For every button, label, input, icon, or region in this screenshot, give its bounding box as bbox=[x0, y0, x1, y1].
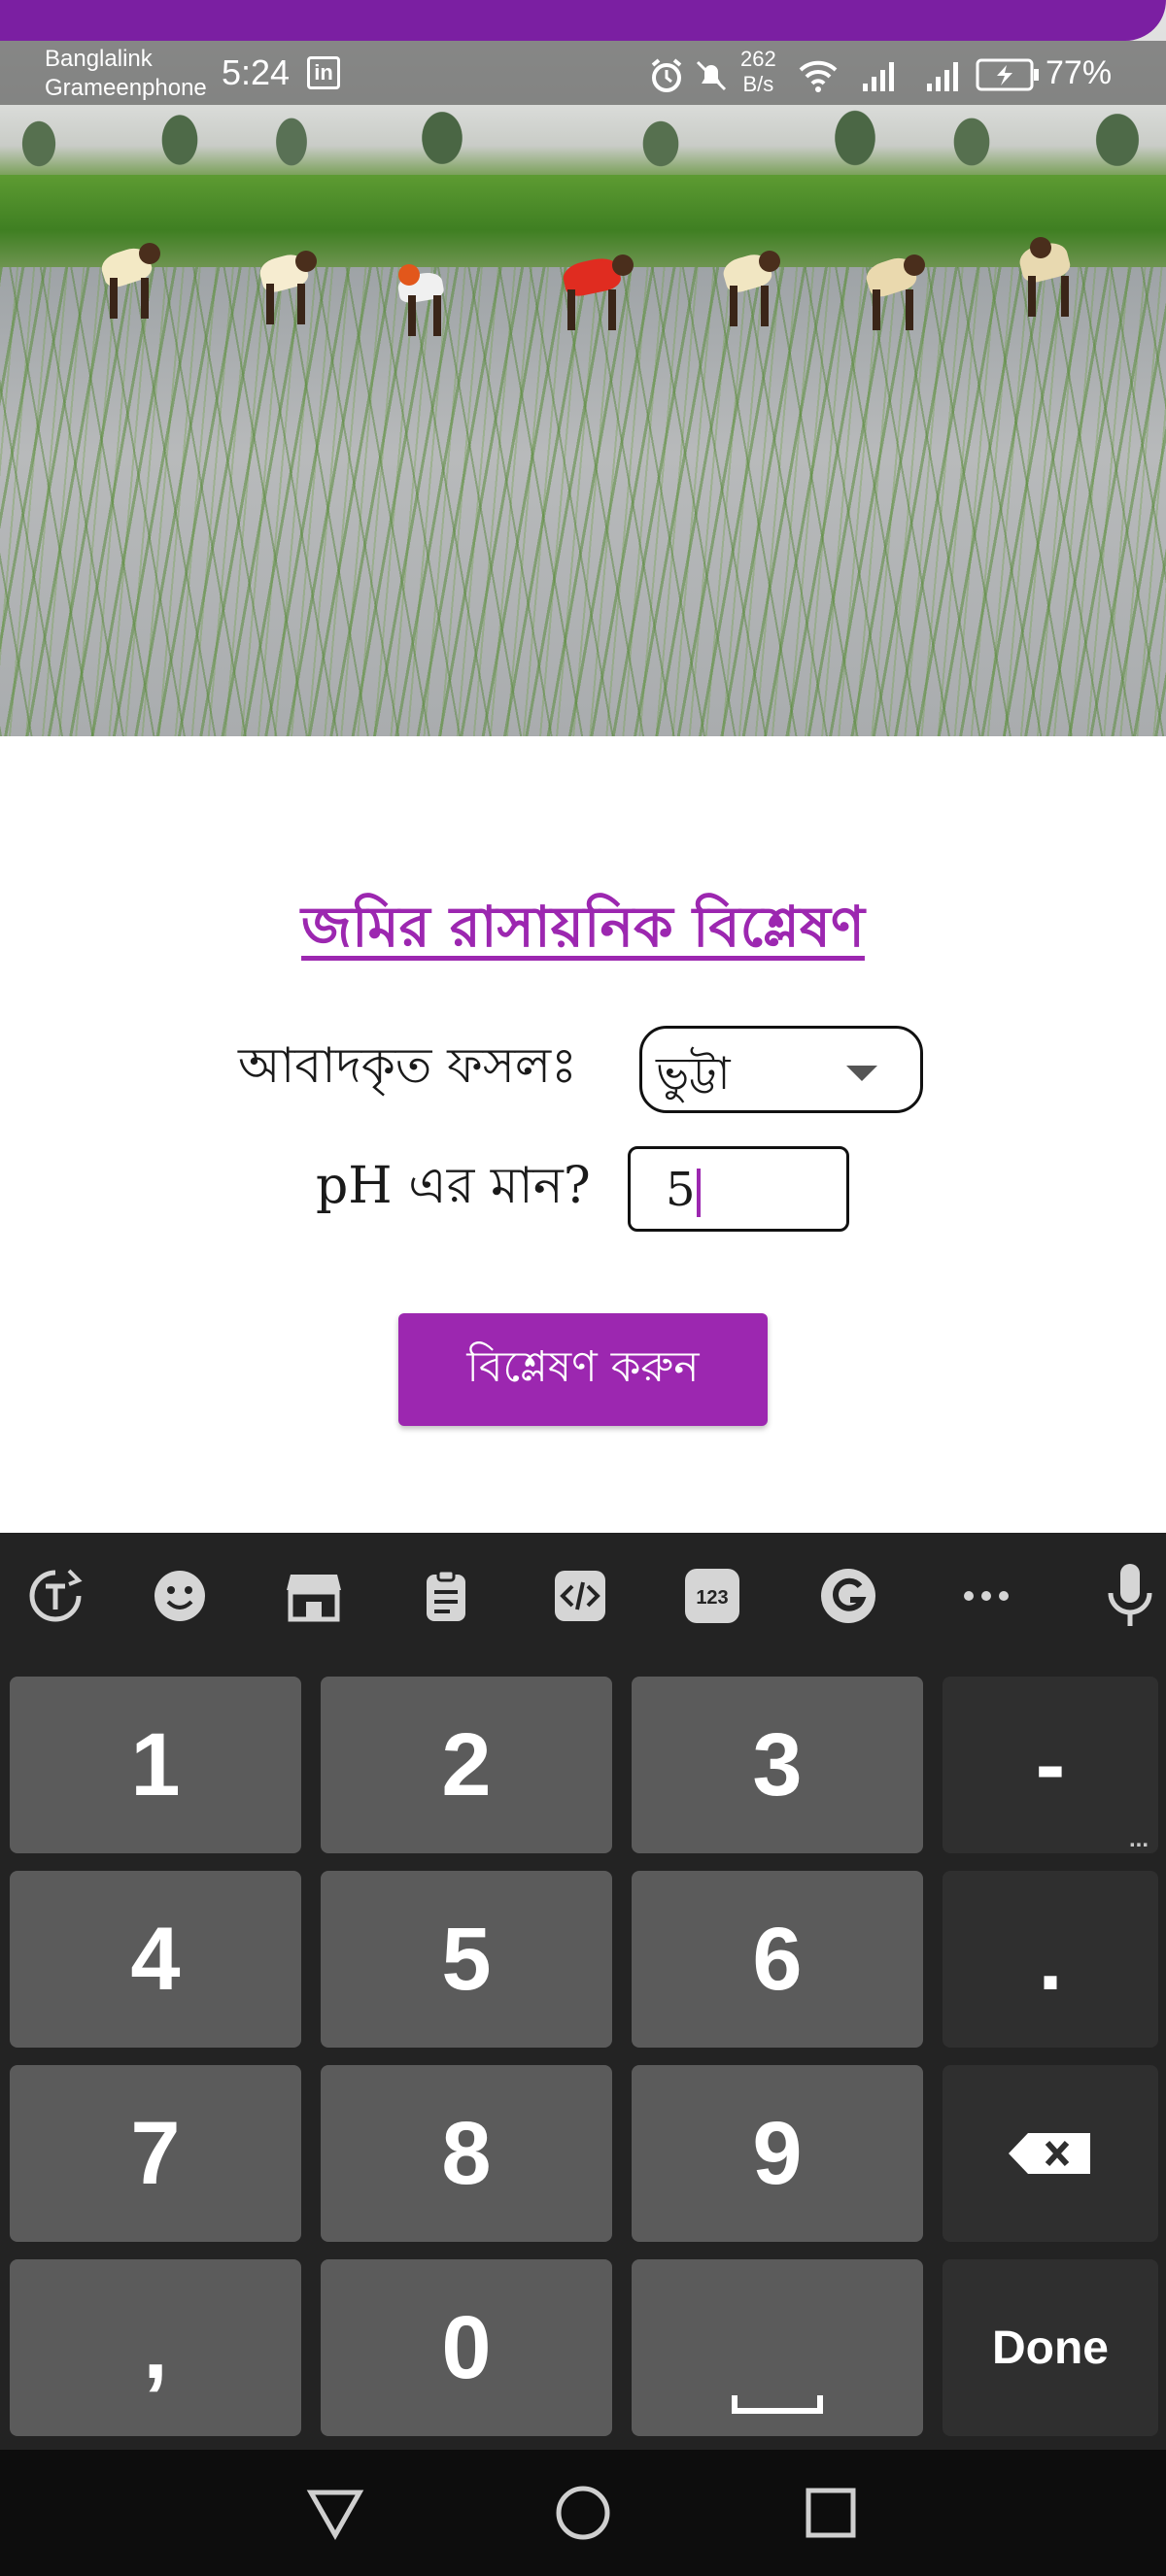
key-minus-label: - bbox=[1035, 1714, 1066, 1814]
key-6[interactable]: 6 bbox=[632, 1871, 923, 2048]
hero-image bbox=[0, 0, 1166, 736]
more-symbols-indicator: ... bbox=[1128, 1826, 1149, 1852]
dropdown-arrow-icon bbox=[846, 1066, 877, 1081]
home-icon[interactable] bbox=[549, 2479, 617, 2547]
ph-label: pH এর মান? bbox=[316, 1157, 591, 1215]
app-bar bbox=[0, 0, 1166, 41]
keyboard-toolbar: 123 bbox=[0, 1533, 1166, 1659]
wifi-icon bbox=[799, 60, 838, 92]
status-bar: Banglalink Grameenphone 5:24 in 262 B/s bbox=[0, 41, 1166, 105]
space-key[interactable] bbox=[632, 2259, 923, 2436]
screen: Banglalink Grameenphone 5:24 in 262 B/s bbox=[0, 0, 1166, 2576]
navigation-bar bbox=[0, 2450, 1166, 2576]
text-translate-icon[interactable] bbox=[21, 1562, 89, 1630]
ph-input[interactable]: 5 bbox=[628, 1146, 849, 1232]
crop-selected-value: ভুট্টা bbox=[656, 1047, 731, 1100]
network-speed: 262 B/s bbox=[740, 47, 776, 97]
ph-input-value: 5 bbox=[666, 1163, 696, 1217]
battery-icon bbox=[976, 58, 1039, 91]
backspace-key[interactable] bbox=[943, 2065, 1158, 2242]
key-comma[interactable]: , bbox=[10, 2259, 301, 2436]
crop-dropdown[interactable]: ভুট্টা bbox=[639, 1026, 923, 1113]
crop-label: আবাদকৃত ফসলঃ bbox=[238, 1037, 577, 1094]
signal-icon bbox=[927, 62, 958, 91]
space-icon bbox=[732, 2395, 823, 2414]
key-5[interactable]: 5 bbox=[321, 1871, 612, 2048]
recents-icon[interactable] bbox=[797, 2479, 865, 2547]
numeric-keyboard: 123 1 2 3 - ... 4 5 6 . 7 8 9 , 0 Done bbox=[0, 1533, 1166, 2450]
123-icon[interactable]: 123 bbox=[678, 1562, 746, 1630]
microphone-icon[interactable] bbox=[1096, 1562, 1164, 1630]
speed-value: 262 bbox=[740, 47, 776, 71]
emoji-icon[interactable] bbox=[146, 1562, 214, 1630]
key-1[interactable]: 1 bbox=[10, 1677, 301, 1853]
key-dot[interactable]: . bbox=[943, 1871, 1158, 2048]
paddy-water bbox=[0, 267, 1166, 736]
clipboard-icon[interactable] bbox=[412, 1562, 480, 1630]
analyze-button[interactable]: বিশ্লেষণ করুন bbox=[398, 1313, 768, 1426]
key-8[interactable]: 8 bbox=[321, 2065, 612, 2242]
speed-unit: B/s bbox=[742, 72, 774, 96]
back-icon[interactable] bbox=[301, 2479, 369, 2547]
carrier-2: Grameenphone bbox=[45, 75, 207, 101]
backspace-icon bbox=[1009, 2133, 1090, 2174]
alarm-icon bbox=[651, 58, 682, 92]
linkedin-icon: in bbox=[307, 56, 340, 89]
carrier-1: Banglalink bbox=[45, 46, 153, 72]
text-caret bbox=[697, 1169, 701, 1217]
carrier-names: Banglalink Grameenphone bbox=[45, 45, 207, 103]
more-icon[interactable] bbox=[952, 1562, 1020, 1630]
key-minus[interactable]: - ... bbox=[943, 1677, 1158, 1853]
key-2[interactable]: 2 bbox=[321, 1677, 612, 1853]
green-field bbox=[0, 175, 1166, 267]
grammarly-icon[interactable] bbox=[814, 1562, 882, 1630]
key-0[interactable]: 0 bbox=[321, 2259, 612, 2436]
key-4[interactable]: 4 bbox=[10, 1871, 301, 2048]
mute-icon bbox=[696, 60, 727, 91]
key-3[interactable]: 3 bbox=[632, 1677, 923, 1853]
clock: 5:24 bbox=[222, 52, 291, 92]
tree-line bbox=[0, 105, 1166, 175]
done-key[interactable]: Done bbox=[943, 2259, 1158, 2436]
store-icon[interactable] bbox=[280, 1562, 348, 1630]
key-7[interactable]: 7 bbox=[10, 2065, 301, 2242]
code-icon[interactable] bbox=[546, 1562, 614, 1630]
123-label: 123 bbox=[696, 1587, 728, 1609]
page-title: জমির রাসায়নিক বিশ্লেষণ bbox=[301, 894, 865, 960]
key-9[interactable]: 9 bbox=[632, 2065, 923, 2242]
signal-icon bbox=[863, 62, 894, 91]
battery-percentage: 77% bbox=[1046, 54, 1113, 91]
